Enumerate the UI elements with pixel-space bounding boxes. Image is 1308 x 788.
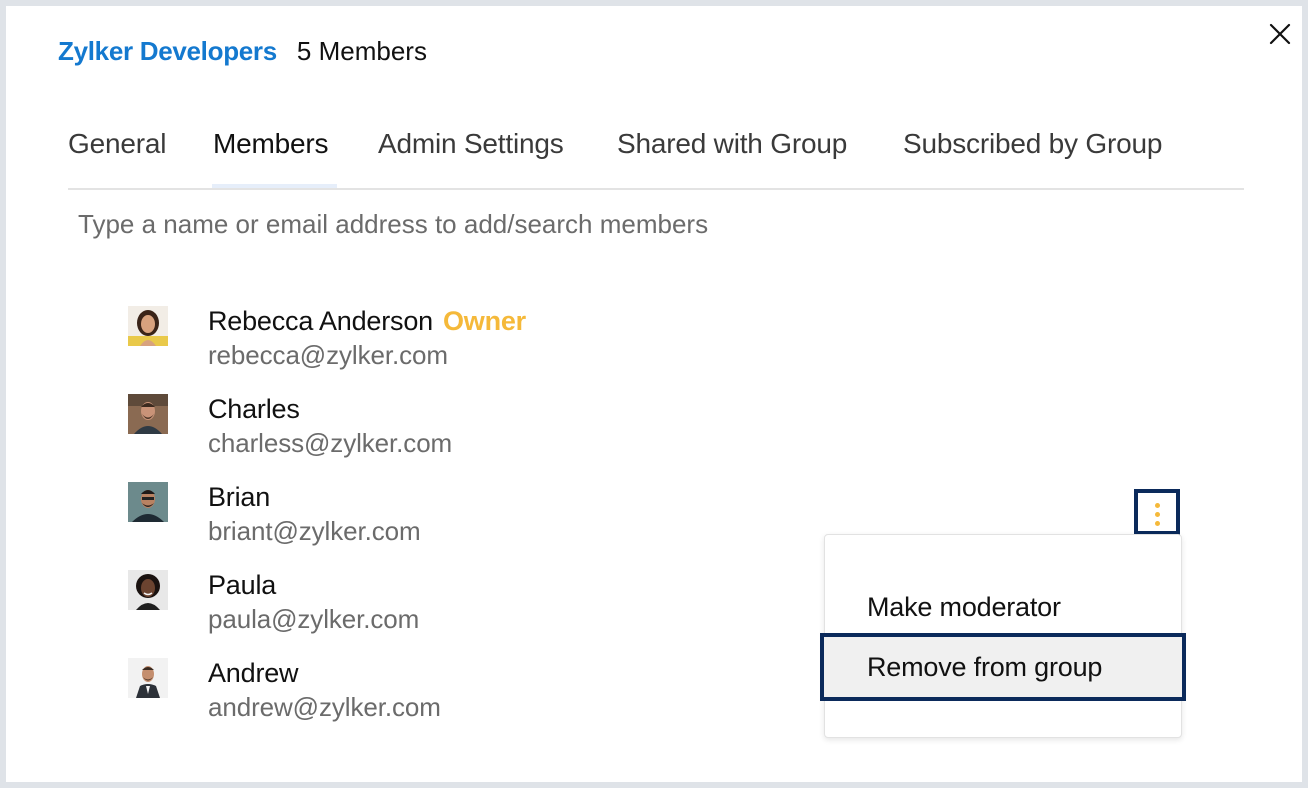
avatar [128, 658, 168, 698]
tab-admin-settings[interactable]: Admin Settings [378, 128, 564, 160]
close-icon [1269, 23, 1291, 45]
owner-badge: Owner [442, 306, 526, 336]
member-row: Rebecca Anderson Owner rebecca@zylker.com [128, 306, 828, 386]
member-context-menu: Make moderator Remove from group [820, 534, 1186, 738]
tab-general[interactable]: General [68, 128, 166, 160]
make-moderator-menu-item[interactable]: Make moderator [825, 577, 1181, 639]
remove-from-group-menu-item[interactable]: Remove from group [820, 633, 1186, 701]
group-name: Zylker Developers [58, 36, 277, 66]
member-email: briant@zylker.com [208, 516, 421, 546]
tab-members[interactable]: Members [213, 128, 328, 160]
close-button[interactable] [1268, 22, 1292, 46]
member-name: Andrew [208, 658, 299, 688]
dialog-header: Zylker Developers 5 Members [58, 36, 427, 67]
member-row: Charles charless@zylker.com [128, 394, 828, 474]
member-name: Charles [208, 394, 300, 424]
member-email: charless@zylker.com [208, 428, 453, 458]
member-search-input[interactable] [78, 202, 1228, 246]
member-name: Paula [208, 570, 277, 600]
active-tab-indicator [212, 184, 337, 188]
avatar [128, 570, 168, 610]
avatar [128, 306, 168, 346]
tab-bar: General Members Admin Settings Shared wi… [68, 118, 1244, 190]
member-row: Paula paula@zylker.com [128, 570, 828, 650]
member-row: Andrew andrew@zylker.com [128, 658, 828, 738]
member-email: rebecca@zylker.com [208, 340, 448, 370]
member-email: andrew@zylker.com [208, 692, 441, 722]
more-options-button[interactable] [1134, 489, 1180, 535]
member-name: Brian [208, 482, 271, 512]
avatar [128, 482, 168, 522]
avatar [128, 394, 168, 434]
group-settings-dialog: Zylker Developers 5 Members General Memb… [6, 6, 1302, 782]
member-email: paula@zylker.com [208, 604, 420, 634]
member-count: 5 Members [296, 36, 427, 66]
tab-subscribed-by-group[interactable]: Subscribed by Group [903, 128, 1162, 160]
member-row: Brian briant@zylker.com [128, 482, 828, 562]
member-name: Rebecca Anderson Owner [208, 306, 526, 336]
tab-shared-with-group[interactable]: Shared with Group [617, 128, 847, 160]
